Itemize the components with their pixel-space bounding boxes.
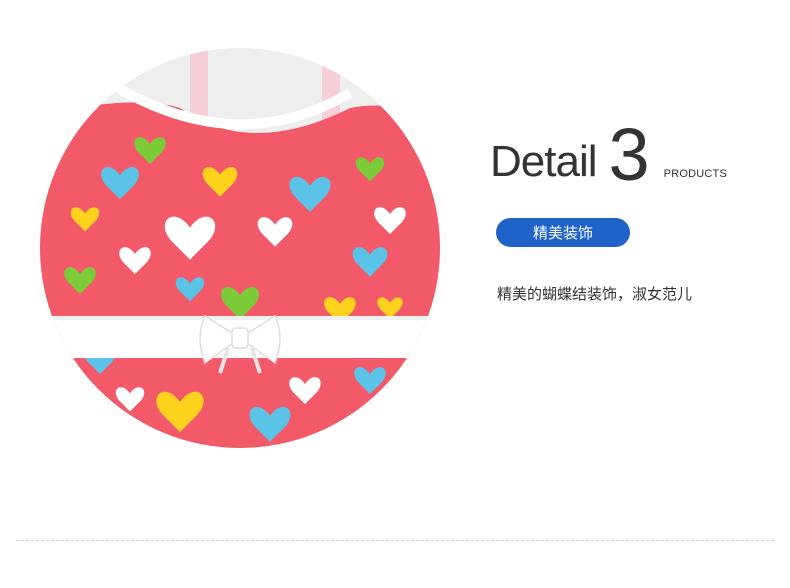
feature-description: 精美的蝴蝶结装饰，淑女范儿	[497, 285, 693, 303]
detail-headline: Detail 3 PRODUCTS	[490, 112, 727, 192]
product-photo-content	[40, 48, 440, 448]
headline-suffix: PRODUCTS	[663, 168, 727, 180]
product-detail-photo	[40, 48, 440, 448]
dashed-divider	[16, 540, 774, 541]
headline-word: Detail	[490, 137, 597, 186]
headline-number: 3	[608, 113, 650, 196]
feature-badge: 精美装饰	[496, 218, 630, 247]
